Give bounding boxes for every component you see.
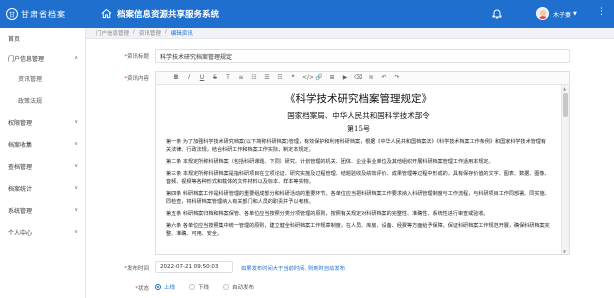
document-paragraph: 第二条 本规定所称科研档案（包括科研课题、下同）研究、计划管理的机关、团体、企业… — [166, 159, 494, 165]
sidebar-item-system[interactable]: 系统管理 ∨ — [0, 202, 86, 218]
rich-text-editor[interactable]: B I U S T ≡ ☷ ☰ ☶ ❝ </> 🔗 ⊞ ▶ ⌫ ≋ ↶ ↷ 《科… — [155, 71, 570, 255]
scrollbar-thumb[interactable] — [563, 93, 568, 117]
divider — [86, 38, 614, 39]
home-icon[interactable] — [101, 8, 112, 19]
sidebar-item-personal[interactable]: 个人中心 ∨ — [0, 224, 86, 240]
document-number: 第15号 — [347, 125, 370, 133]
publish-time-label: *发布时间 — [124, 266, 149, 272]
divider-button[interactable]: ≋ — [367, 72, 375, 84]
bold-button[interactable]: B — [172, 72, 180, 84]
chevron-down-icon: ∨ — [74, 119, 78, 125]
status-offline-radio[interactable]: 下线 — [189, 283, 209, 291]
editor-scrollbar[interactable]: ▲ ▼ — [561, 85, 569, 254]
sidebar-item-news[interactable]: 资讯管理 — [0, 70, 86, 86]
unordered-list-button[interactable]: ☰ — [263, 72, 271, 84]
link-icon[interactable]: 🔗 — [315, 72, 323, 84]
status-online-radio[interactable]: 上线 — [155, 283, 175, 291]
chevron-up-icon: ∧ — [74, 55, 78, 61]
radio-icon — [189, 284, 196, 290]
more-icon[interactable]: ⋮ — [597, 7, 606, 17]
sidebar-item-collect[interactable]: 档案收集 ∨ — [0, 136, 86, 152]
sidebar-item-query[interactable]: 查档管理 ∨ — [0, 158, 86, 174]
chevron-down-icon: ∨ — [74, 229, 78, 235]
title-label: *资讯标题 — [124, 54, 149, 60]
video-button[interactable]: ▶ — [341, 72, 349, 84]
align-button[interactable]: ≡ — [237, 72, 245, 84]
code-button[interactable]: </> — [302, 72, 314, 84]
italic-button[interactable]: I — [185, 72, 193, 84]
document-title: 《科学技术研究档案管理规定》 — [285, 93, 432, 105]
top-header: 甘 甘肃省档案 档案信息资源共享服务系统 木子妻 ▼ ⋮ — [0, 0, 614, 28]
undo-button[interactable]: ↶ — [380, 72, 388, 84]
ordered-list-button[interactable]: ☷ — [250, 72, 258, 84]
status-radio-group: 上线 下线 自动发布 — [155, 283, 254, 291]
table-button[interactable]: ⊞ — [328, 72, 336, 84]
editor-toolbar: B I U S T ≡ ☷ ☰ ☶ ❝ </> 🔗 ⊞ ▶ ⌫ ≋ ↶ ↷ — [156, 72, 569, 85]
chevron-down-icon: ∨ — [74, 141, 78, 147]
indent-button[interactable]: ☶ — [276, 72, 284, 84]
quote-button[interactable]: ❝ — [289, 72, 297, 84]
document-paragraph: 第一条 为了加强科学技术研究档案(以下简称科研档案)管理，有效保护和利用科研档案… — [166, 139, 546, 153]
radio-selected-icon — [155, 284, 161, 290]
sidebar: 首页 门户信息管理 ∧ 资讯管理 政策法规 权限管理 ∨ 档案收集 ∨ 查档管理… — [0, 28, 86, 298]
document-paragraph: 第五条 科研档案归档和档案保管、各单位应当按照分类分项管理的原则，按照有关规定对… — [166, 211, 489, 217]
sidebar-item-policy[interactable]: 政策法规 — [0, 92, 86, 108]
status-auto-publish-radio[interactable]: 自动发布 — [223, 283, 254, 291]
sidebar-item-permission[interactable]: 权限管理 ∨ — [0, 114, 86, 130]
font-size-button[interactable]: T — [224, 72, 232, 84]
sidebar-item-home[interactable]: 首页 — [0, 30, 86, 46]
content-label: *资讯内容 — [124, 76, 149, 82]
title-input[interactable]: 科学技术研究档案管理规定 — [155, 49, 570, 63]
system-title: 档案信息资源共享服务系统 — [117, 10, 220, 20]
avatar[interactable] — [536, 7, 549, 20]
redo-button[interactable]: ↷ — [393, 72, 401, 84]
logo-text: 甘肃省档案 — [21, 9, 66, 19]
chevron-down-icon: ∨ — [74, 207, 78, 213]
chevron-down-icon: ∨ — [74, 185, 78, 191]
status-label: *状态 — [135, 286, 149, 292]
document-org: 国家档案局、中华人民共和国科学技术部令 — [287, 111, 430, 120]
bell-icon[interactable] — [492, 8, 502, 19]
strikethrough-button[interactable]: S — [211, 72, 219, 84]
document-paragraph: 第六条 各单位应当按照集中统一管理的原则，建立健全科研档案工作规章制度，在人员、… — [166, 223, 550, 237]
publish-time-input[interactable]: 2022-07-21 09:50:03 — [155, 261, 233, 273]
logo[interactable]: 甘 甘肃省档案 — [6, 6, 76, 22]
underline-button[interactable]: U — [198, 72, 206, 84]
publish-time-hint: 如果发布时间大于当前时间, 则到时自动发布 — [241, 266, 346, 272]
scroll-down-icon[interactable]: ▼ — [563, 249, 566, 254]
sidebar-item-stats[interactable]: 档案统计 ∨ — [0, 180, 86, 196]
logo-seal: 甘 — [6, 8, 18, 20]
clear-format-button[interactable]: ⌫ — [354, 72, 362, 84]
user-name[interactable]: 木子妻 — [553, 10, 571, 19]
editor-document[interactable]: 《科学技术研究档案管理规定》 国家档案局、中华人民共和国科学技术部令 第15号 … — [156, 85, 561, 254]
chevron-down-icon[interactable]: ▼ — [573, 11, 577, 17]
sidebar-item-portal[interactable]: 门户信息管理 ∧ — [0, 50, 86, 66]
radio-icon — [223, 284, 230, 290]
document-paragraph: 第四条 科研档案工作是科研管理的重要组成部分和科研活动的重要环节。各单位应当把科… — [166, 191, 550, 205]
document-paragraph: 第三条 本规定所称科研档案是指科研项目在立项论证、研究实施及过程管理、结题验收及… — [166, 171, 550, 185]
chevron-down-icon: ∨ — [74, 163, 78, 169]
scroll-up-icon[interactable]: ▲ — [563, 86, 566, 91]
